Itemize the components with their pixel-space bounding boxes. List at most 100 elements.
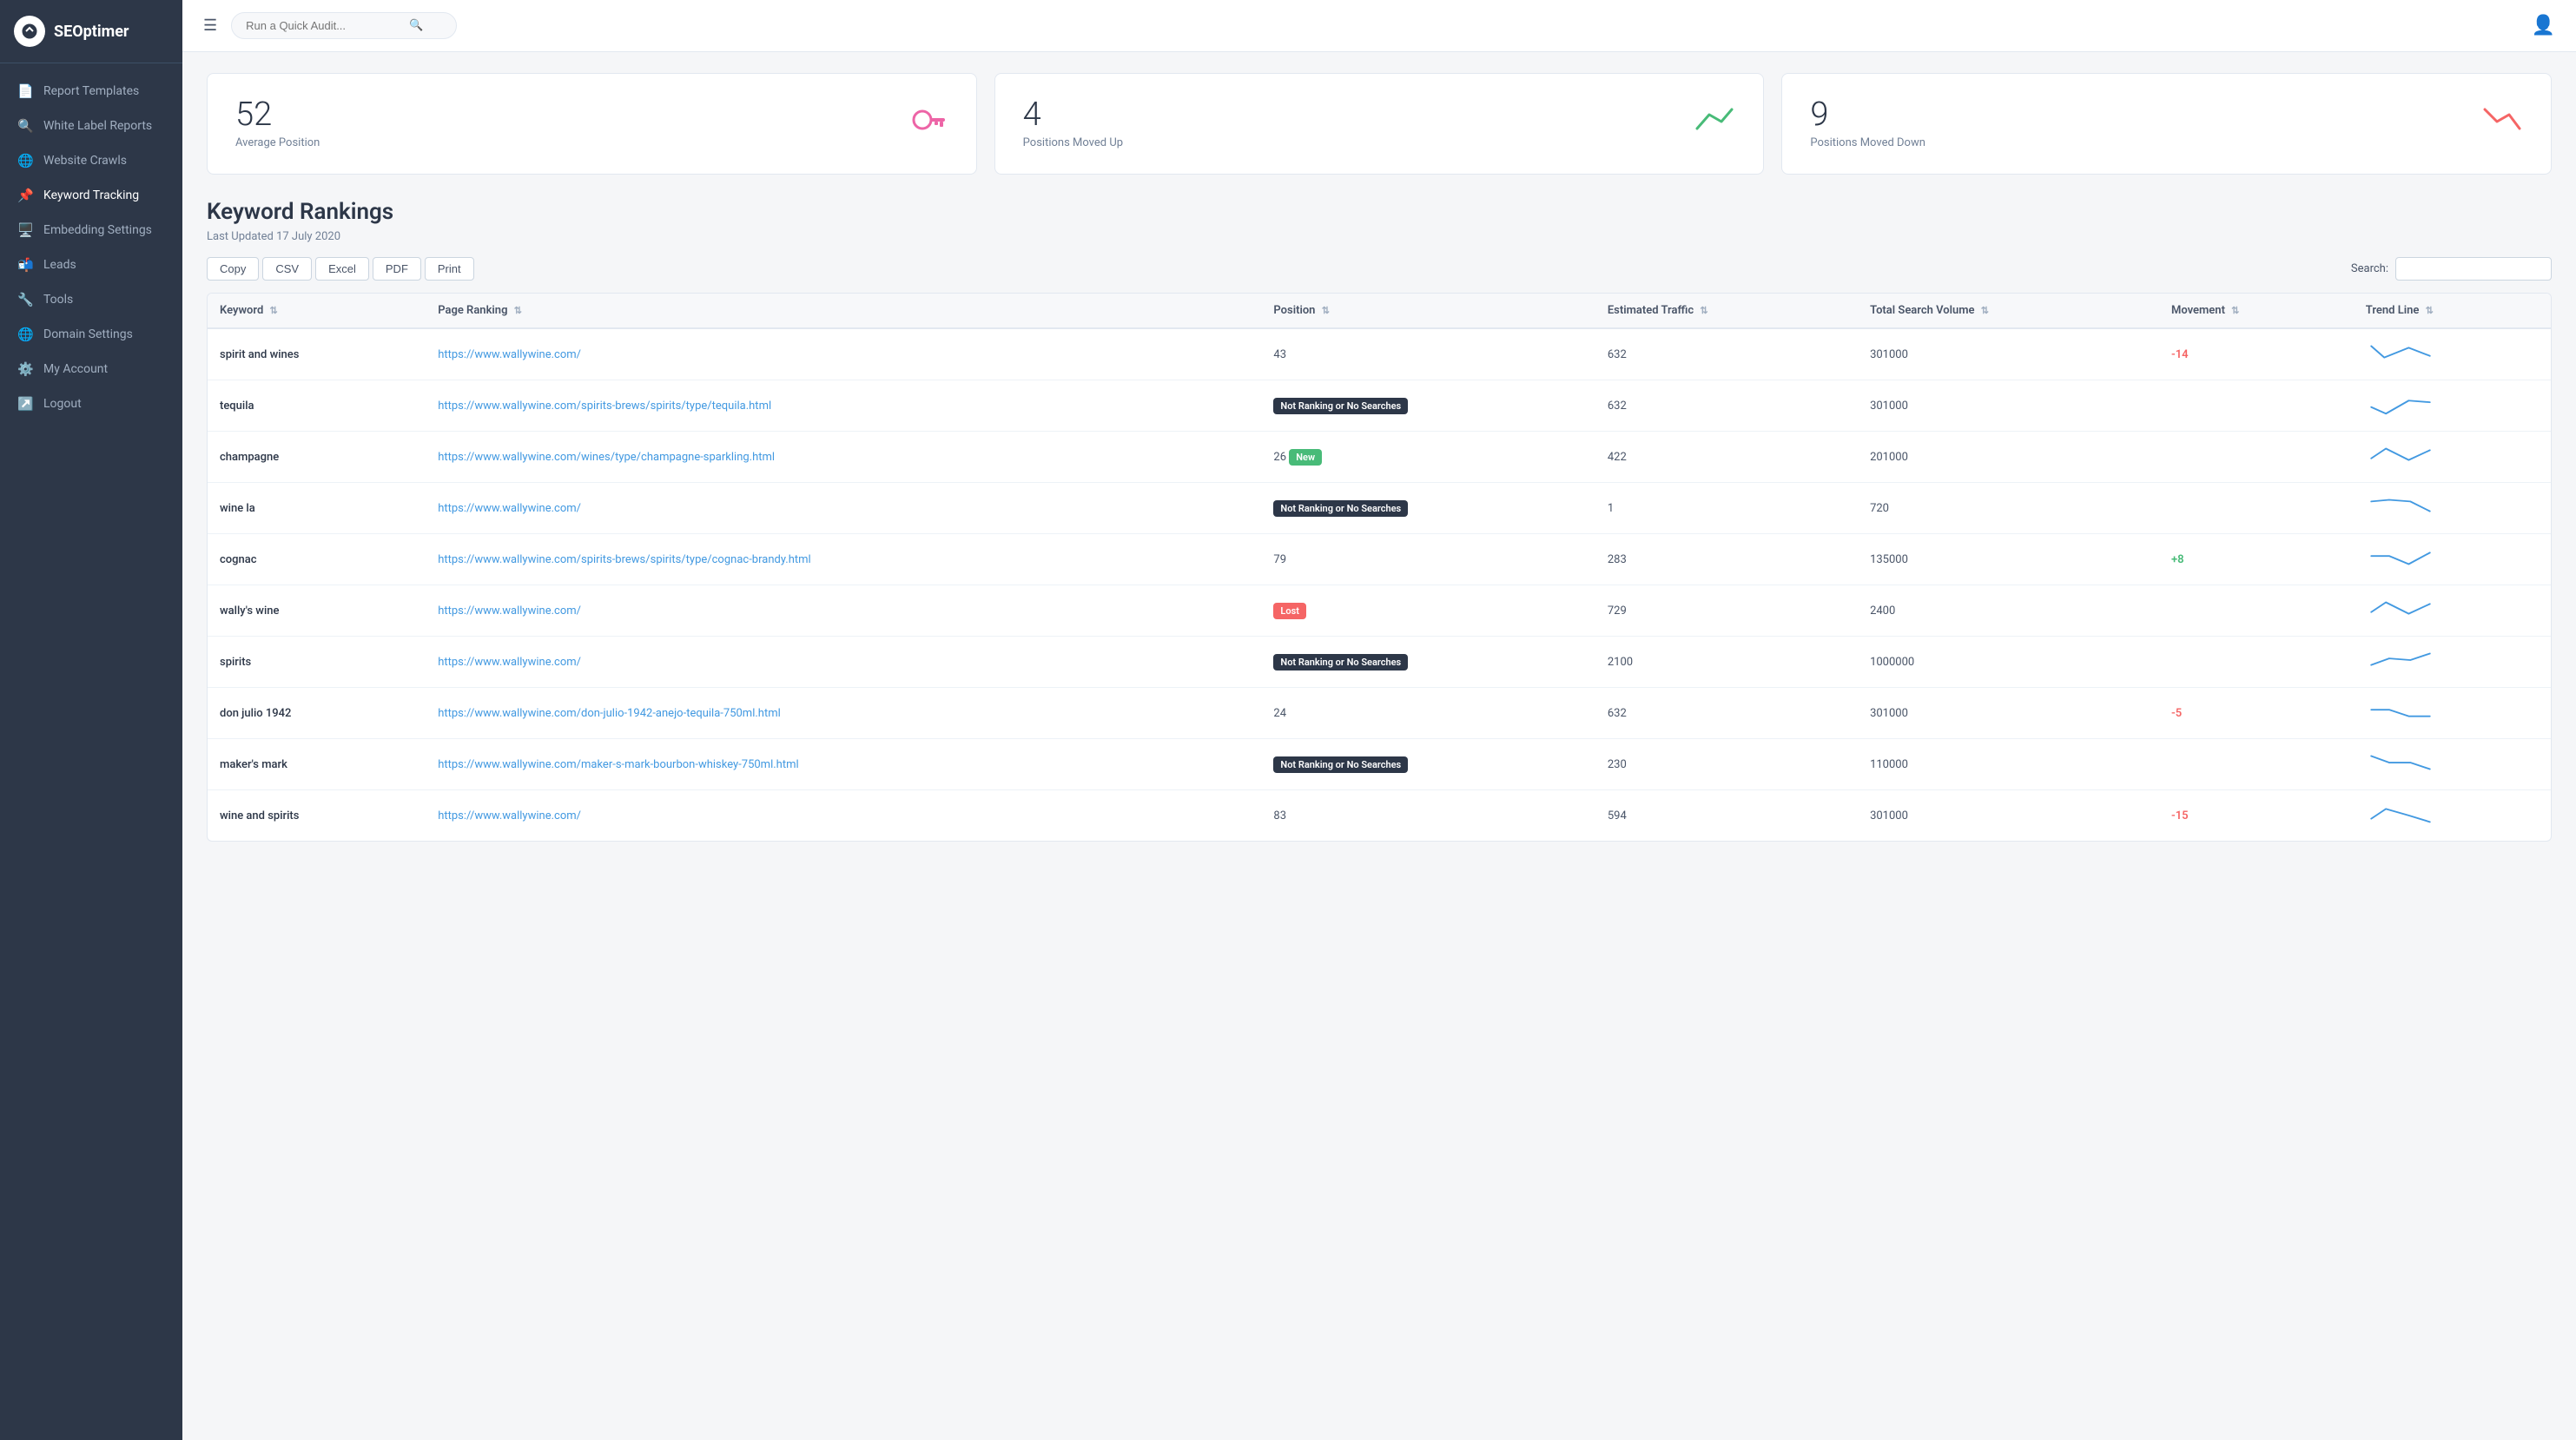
cell-traffic: 283 [1595, 534, 1858, 585]
position-badge: New [1289, 449, 1322, 466]
cell-movement: -15 [2159, 790, 2354, 842]
cell-keyword: don julio 1942 [208, 688, 426, 739]
quick-audit-search[interactable]: 🔍 [231, 12, 457, 39]
stat-icon-positions-down [2481, 103, 2523, 144]
cell-traffic: 2100 [1595, 637, 1858, 688]
sort-icon-estimated-traffic: ⇅ [1700, 305, 1707, 316]
cell-url[interactable]: https://www.wallywine.com/spirits-brews/… [426, 534, 1261, 585]
sidebar-item-label: Keyword Tracking [43, 188, 139, 202]
cell-url[interactable]: https://www.wallywine.com/spirits-brews/… [426, 380, 1261, 432]
keyword-tracking-icon: 📌 [17, 188, 33, 203]
sidebar-item-logout[interactable]: ↗️Logout [0, 386, 182, 421]
cell-url[interactable]: https://www.wallywine.com/ [426, 585, 1261, 637]
keyword-table-wrapper: Keyword ⇅Page Ranking ⇅Position ⇅Estimat… [207, 293, 2552, 842]
cell-movement [2159, 637, 2354, 688]
cell-volume: 301000 [1858, 688, 2159, 739]
logo-icon [14, 16, 45, 47]
cell-url[interactable]: https://www.wallywine.com/ [426, 637, 1261, 688]
cell-position: 24 [1261, 688, 1595, 739]
cell-trend [2354, 328, 2551, 380]
table-row: maker's mark https://www.wallywine.com/m… [208, 739, 2551, 790]
position-badge: Not Ranking or No Searches [1273, 398, 1408, 414]
cell-url[interactable]: https://www.wallywine.com/ [426, 483, 1261, 534]
sidebar-item-label: Leads [43, 258, 76, 272]
cell-trend [2354, 380, 2551, 432]
export-btn-print[interactable]: Print [425, 257, 474, 281]
table-row: spirits https://www.wallywine.com/ Not R… [208, 637, 2551, 688]
table-row: wine and spirits https://www.wallywine.c… [208, 790, 2551, 842]
sort-icon-trend-line: ⇅ [2426, 305, 2434, 316]
export-btn-pdf[interactable]: PDF [373, 257, 421, 281]
col-header-keyword[interactable]: Keyword ⇅ [208, 294, 426, 328]
col-header-trend-line[interactable]: Trend Line ⇅ [2354, 294, 2551, 328]
cell-traffic: 632 [1595, 688, 1858, 739]
cell-position: 79 [1261, 534, 1595, 585]
table-controls: CopyCSVExcelPDFPrint Search: [207, 257, 2552, 281]
cell-volume: 301000 [1858, 328, 2159, 380]
stat-left: 9 Positions Moved Down [1810, 98, 1925, 149]
col-header-page-ranking[interactable]: Page Ranking ⇅ [426, 294, 1261, 328]
cell-trend [2354, 739, 2551, 790]
domain-settings-icon: 🌐 [17, 327, 33, 342]
stat-card-positions-up: 4 Positions Moved Up [994, 73, 1765, 175]
stat-icon-avg-position [907, 103, 948, 144]
user-icon[interactable]: 👤 [2532, 15, 2555, 36]
sidebar-item-label: White Label Reports [43, 119, 152, 133]
sidebar-item-label: Tools [43, 293, 73, 307]
stat-label: Positions Moved Up [1023, 136, 1123, 149]
sidebar-item-label: My Account [43, 362, 108, 376]
sidebar-item-label: Domain Settings [43, 327, 133, 341]
topbar: ☰ 🔍 👤 [182, 0, 2576, 52]
sidebar-item-my-account[interactable]: ⚙️My Account [0, 352, 182, 386]
cell-url[interactable]: https://www.wallywine.com/wines/type/cha… [426, 432, 1261, 483]
cell-url[interactable]: https://www.wallywine.com/ [426, 328, 1261, 380]
export-btn-csv[interactable]: CSV [262, 257, 312, 281]
stat-card-avg-position: 52 Average Position [207, 73, 977, 175]
cell-movement [2159, 739, 2354, 790]
cell-url[interactable]: https://www.wallywine.com/maker-s-mark-b… [426, 739, 1261, 790]
table-body: spirit and wines https://www.wallywine.c… [208, 328, 2551, 841]
position-badge: Not Ranking or No Searches [1273, 500, 1408, 517]
export-btn-excel[interactable]: Excel [315, 257, 369, 281]
cell-position: Lost [1261, 585, 1595, 637]
sidebar-logo: SEOptimer [0, 0, 182, 63]
stat-number: 4 [1023, 98, 1123, 131]
export-btn-copy[interactable]: Copy [207, 257, 259, 281]
table-search-input[interactable] [2395, 257, 2552, 281]
cell-keyword: spirit and wines [208, 328, 426, 380]
sidebar: SEOptimer 📄Report Templates 🔍 White Label … [0, 0, 182, 1440]
table-row: tequila https://www.wallywine.com/spirit… [208, 380, 2551, 432]
white-label-reports-icon: 🔍 [17, 118, 33, 134]
cell-volume: 135000 [1858, 534, 2159, 585]
position-badge: Lost [1273, 603, 1306, 619]
cell-volume: 2400 [1858, 585, 2159, 637]
tools-icon: 🔧 [17, 292, 33, 307]
table-row: wally's wine https://www.wallywine.com/ … [208, 585, 2551, 637]
hamburger-icon[interactable]: ☰ [203, 17, 217, 35]
cell-traffic: 422 [1595, 432, 1858, 483]
sidebar-item-domain-settings[interactable]: 🌐 Domain Settings [0, 317, 182, 352]
col-header-estimated-traffic[interactable]: Estimated Traffic ⇅ [1595, 294, 1858, 328]
stat-left: 4 Positions Moved Up [1023, 98, 1123, 149]
sidebar-item-report-templates[interactable]: 📄Report Templates [0, 74, 182, 109]
cell-url[interactable]: https://www.wallywine.com/ [426, 790, 1261, 842]
cell-url[interactable]: https://www.wallywine.com/don-julio-1942… [426, 688, 1261, 739]
col-header-movement[interactable]: Movement ⇅ [2159, 294, 2354, 328]
table-row: wine la https://www.wallywine.com/ Not R… [208, 483, 2551, 534]
sort-icon-keyword: ⇅ [270, 305, 278, 316]
col-header-total-search-volume[interactable]: Total Search Volume ⇅ [1858, 294, 2159, 328]
col-header-position[interactable]: Position ⇅ [1261, 294, 1595, 328]
search-input[interactable] [246, 19, 402, 32]
movement-value: -14 [2171, 348, 2189, 361]
stat-icon-positions-up [1694, 103, 1735, 144]
cell-trend [2354, 637, 2551, 688]
sidebar-item-white-label-reports[interactable]: 🔍 White Label Reports [0, 109, 182, 143]
sidebar-item-website-crawls[interactable]: 🌐Website Crawls [0, 143, 182, 178]
sidebar-item-embedding-settings[interactable]: 🖥️Embedding Settings [0, 213, 182, 248]
sidebar-item-tools[interactable]: 🔧 Tools [0, 282, 182, 317]
cell-position: Not Ranking or No Searches [1261, 483, 1595, 534]
cell-movement: -14 [2159, 328, 2354, 380]
sidebar-item-keyword-tracking[interactable]: 📌 Keyword Tracking [0, 178, 182, 213]
sidebar-item-leads[interactable]: 📬Leads [0, 248, 182, 282]
export-buttons: CopyCSVExcelPDFPrint [207, 257, 474, 281]
